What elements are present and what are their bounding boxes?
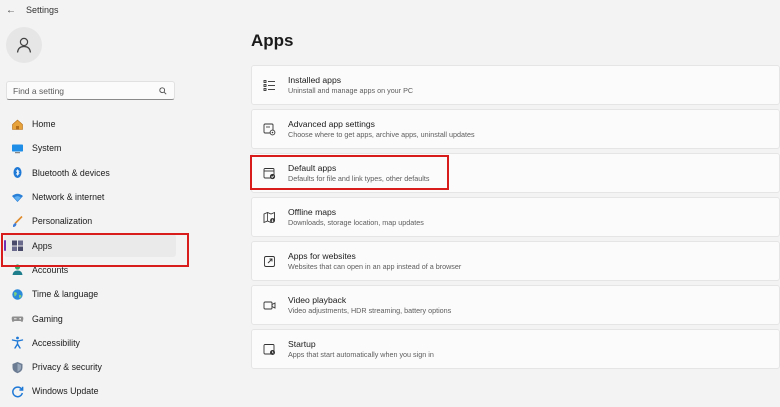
- bluetooth-icon: [10, 166, 24, 180]
- video-icon: [262, 298, 276, 312]
- sidebar-item-personalization[interactable]: Personalization: [4, 210, 176, 232]
- update-icon: [10, 384, 24, 398]
- sidebar-item-network[interactable]: Network & internet: [4, 186, 176, 208]
- user-icon: [16, 37, 32, 53]
- account-icon: [10, 263, 24, 277]
- window-title: Settings: [26, 5, 59, 15]
- card-startup[interactable]: Startup Apps that start automatically wh…: [251, 329, 780, 369]
- card-description: Downloads, storage location, map updates: [288, 217, 424, 227]
- shield-icon: [10, 360, 24, 374]
- sidebar-item-label: Accounts: [32, 264, 69, 275]
- card-title: Installed apps: [288, 74, 342, 85]
- gamepad-icon: [10, 312, 24, 326]
- card-description: Uninstall and manage apps on your PC: [288, 85, 414, 95]
- card-description: Choose where to get apps, archive apps, …: [288, 129, 475, 139]
- accessibility-icon: [10, 336, 24, 350]
- avatar[interactable]: [6, 27, 42, 63]
- search-icon[interactable]: [158, 86, 168, 95]
- settings-cards: Installed apps Uninstall and manage apps…: [251, 65, 780, 373]
- card-description: Websites that can open in an app instead…: [288, 261, 462, 271]
- globe-icon: [10, 287, 24, 301]
- sidebar-item-system[interactable]: System: [4, 137, 176, 159]
- sidebar-item-label: Bluetooth & devices: [32, 167, 110, 178]
- sidebar-item-label: Privacy & security: [32, 362, 102, 373]
- sidebar-item-label: Apps: [32, 240, 53, 251]
- list-icon: [262, 78, 276, 92]
- settings-app-icon: [262, 122, 276, 136]
- card-title: Video playback: [288, 294, 347, 305]
- sidebar-item-privacy[interactable]: Privacy & security: [4, 356, 176, 378]
- card-title: Offline maps: [288, 206, 337, 217]
- apps-icon: [10, 239, 24, 253]
- card-title: Default apps: [288, 162, 337, 173]
- search-box[interactable]: [6, 81, 175, 100]
- sidebar-item-label: Time & language: [32, 289, 99, 300]
- back-arrow-icon[interactable]: ←: [4, 5, 18, 16]
- sidebar-item-label: System: [32, 143, 62, 154]
- open-link-icon: [262, 254, 276, 268]
- sidebar-item-time-language[interactable]: Time & language: [4, 283, 176, 305]
- brush-icon: [10, 214, 24, 228]
- sidebar-item-bluetooth[interactable]: Bluetooth & devices: [4, 162, 176, 184]
- card-description: Defaults for file and link types, other …: [288, 173, 430, 183]
- sidebar-item-label: Network & internet: [32, 192, 105, 203]
- sidebar-item-label: Home: [32, 119, 56, 130]
- card-description: Apps that start automatically when you s…: [288, 349, 434, 359]
- sidebar-item-label: Windows Update: [32, 386, 99, 397]
- startup-icon: [262, 342, 276, 356]
- card-default-apps[interactable]: Default apps Defaults for file and link …: [251, 153, 780, 193]
- card-title: Apps for websites: [288, 250, 356, 261]
- sidebar-item-windows-update[interactable]: Windows Update: [4, 380, 176, 402]
- card-apps-for-websites[interactable]: Apps for websites Websites that can open…: [251, 241, 780, 281]
- title-bar: ← Settings: [0, 0, 780, 20]
- card-advanced-app-settings[interactable]: Advanced app settings Choose where to ge…: [251, 109, 780, 149]
- sidebar-item-label: Gaming: [32, 313, 63, 324]
- card-title: Advanced app settings: [288, 118, 375, 129]
- sidebar-item-accounts[interactable]: Accounts: [4, 259, 176, 281]
- sidebar: Home System Bluetooth & devices Network …: [0, 20, 190, 407]
- card-description: Video adjustments, HDR streaming, batter…: [288, 305, 452, 315]
- search-input[interactable]: [13, 85, 158, 96]
- sidebar-item-label: Personalization: [32, 216, 93, 227]
- sidebar-item-home[interactable]: Home: [4, 113, 176, 135]
- card-offline-maps[interactable]: Offline maps Downloads, storage location…: [251, 197, 780, 237]
- wifi-icon: [10, 190, 24, 204]
- map-icon: [262, 210, 276, 224]
- page-title: Apps: [251, 31, 294, 50]
- system-icon: [10, 141, 24, 155]
- card-installed-apps[interactable]: Installed apps Uninstall and manage apps…: [251, 65, 780, 105]
- card-title: Startup: [288, 338, 316, 349]
- default-apps-icon: [262, 166, 276, 180]
- card-video-playback[interactable]: Video playback Video adjustments, HDR st…: [251, 285, 780, 325]
- sidebar-item-gaming[interactable]: Gaming: [4, 307, 176, 329]
- sidebar-item-apps[interactable]: Apps: [4, 234, 176, 257]
- home-icon: [10, 117, 24, 131]
- sidebar-item-label: Accessibility: [32, 337, 80, 348]
- sidebar-item-accessibility[interactable]: Accessibility: [4, 332, 176, 354]
- sidebar-nav: Home System Bluetooth & devices Network …: [0, 113, 190, 405]
